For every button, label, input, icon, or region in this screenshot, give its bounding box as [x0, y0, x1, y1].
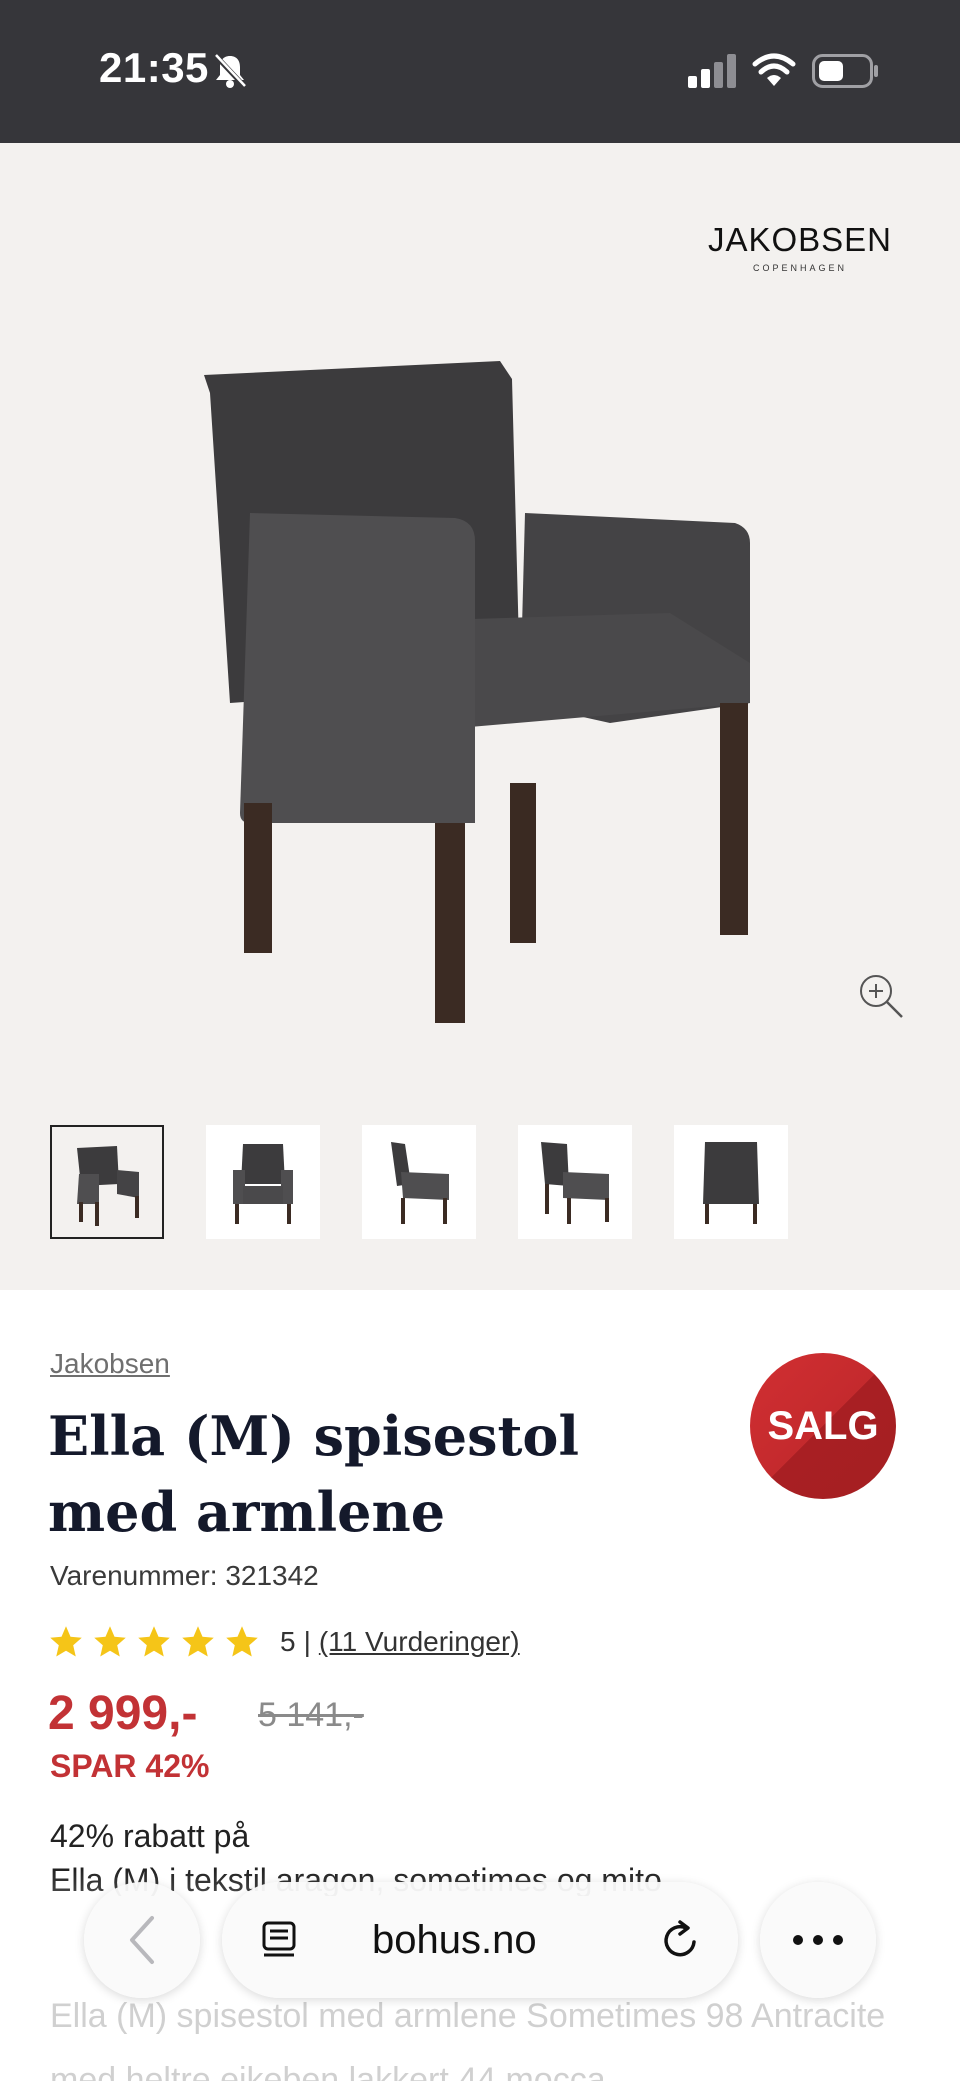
- rating-row: 5 | (11 Vurderinger): [48, 1624, 520, 1660]
- star-icon: [50, 1626, 82, 1657]
- zoom-in-icon[interactable]: [858, 973, 904, 1019]
- reader-view-icon[interactable]: [260, 1920, 300, 1960]
- brand-logo-sub: COPENHAGEN: [752, 263, 847, 273]
- bell-slash-icon: [213, 53, 247, 89]
- product-main-image[interactable]: [190, 283, 780, 1133]
- thumbnail-2[interactable]: [206, 1125, 320, 1239]
- thumbnail-strip: [50, 1125, 788, 1239]
- star-icon: [138, 1626, 170, 1657]
- signal-icon: [688, 54, 736, 88]
- product-sku: Varenummer: 321342: [50, 1560, 319, 1591]
- thumbnail-5[interactable]: [674, 1125, 788, 1239]
- brand-link[interactable]: Jakobsen: [50, 1348, 170, 1380]
- reload-icon[interactable]: [658, 1918, 702, 1962]
- back-button[interactable]: [84, 1882, 200, 1998]
- wifi-icon: [752, 53, 796, 86]
- star-icon: [226, 1626, 258, 1657]
- product-gallery: JAKOBSEN COPENHAGEN: [0, 143, 960, 1290]
- battery-icon: [812, 54, 878, 88]
- product-title: Ella (M) spisestol med armlene: [48, 1404, 579, 1544]
- savings-label: SPAR 42%: [50, 1748, 210, 1784]
- discount-title: 42% rabatt på: [50, 1818, 250, 1854]
- sale-badge-label: SALG: [767, 1403, 879, 1448]
- url-text[interactable]: bohus.no: [372, 1918, 537, 1963]
- star-icon: [94, 1626, 126, 1657]
- rating-value: 5: [280, 1626, 296, 1657]
- more-button[interactable]: [760, 1882, 876, 1998]
- current-price: 2 999,-: [48, 1687, 198, 1740]
- original-price: 5 141,-: [258, 1696, 364, 1734]
- address-bar[interactable]: bohus.no: [222, 1882, 738, 1998]
- thumbnail-4[interactable]: [518, 1125, 632, 1239]
- sale-badge: SALG: [750, 1353, 896, 1499]
- thumbnail-1[interactable]: [50, 1125, 164, 1239]
- brand-logo-word: JAKOBSEN: [707, 221, 892, 258]
- thumbnail-3[interactable]: [362, 1125, 476, 1239]
- status-bar: 21:35: [0, 0, 960, 143]
- star-icon: [182, 1626, 214, 1657]
- reviews-link[interactable]: (11 Vurderinger): [319, 1626, 520, 1658]
- status-time: 21:35: [99, 44, 209, 91]
- ellipsis-icon: [793, 1935, 843, 1945]
- chevron-left-icon: [130, 1916, 154, 1964]
- rating-separator: |: [303, 1626, 311, 1657]
- brand-logo: JAKOBSEN COPENHAGEN: [708, 221, 892, 273]
